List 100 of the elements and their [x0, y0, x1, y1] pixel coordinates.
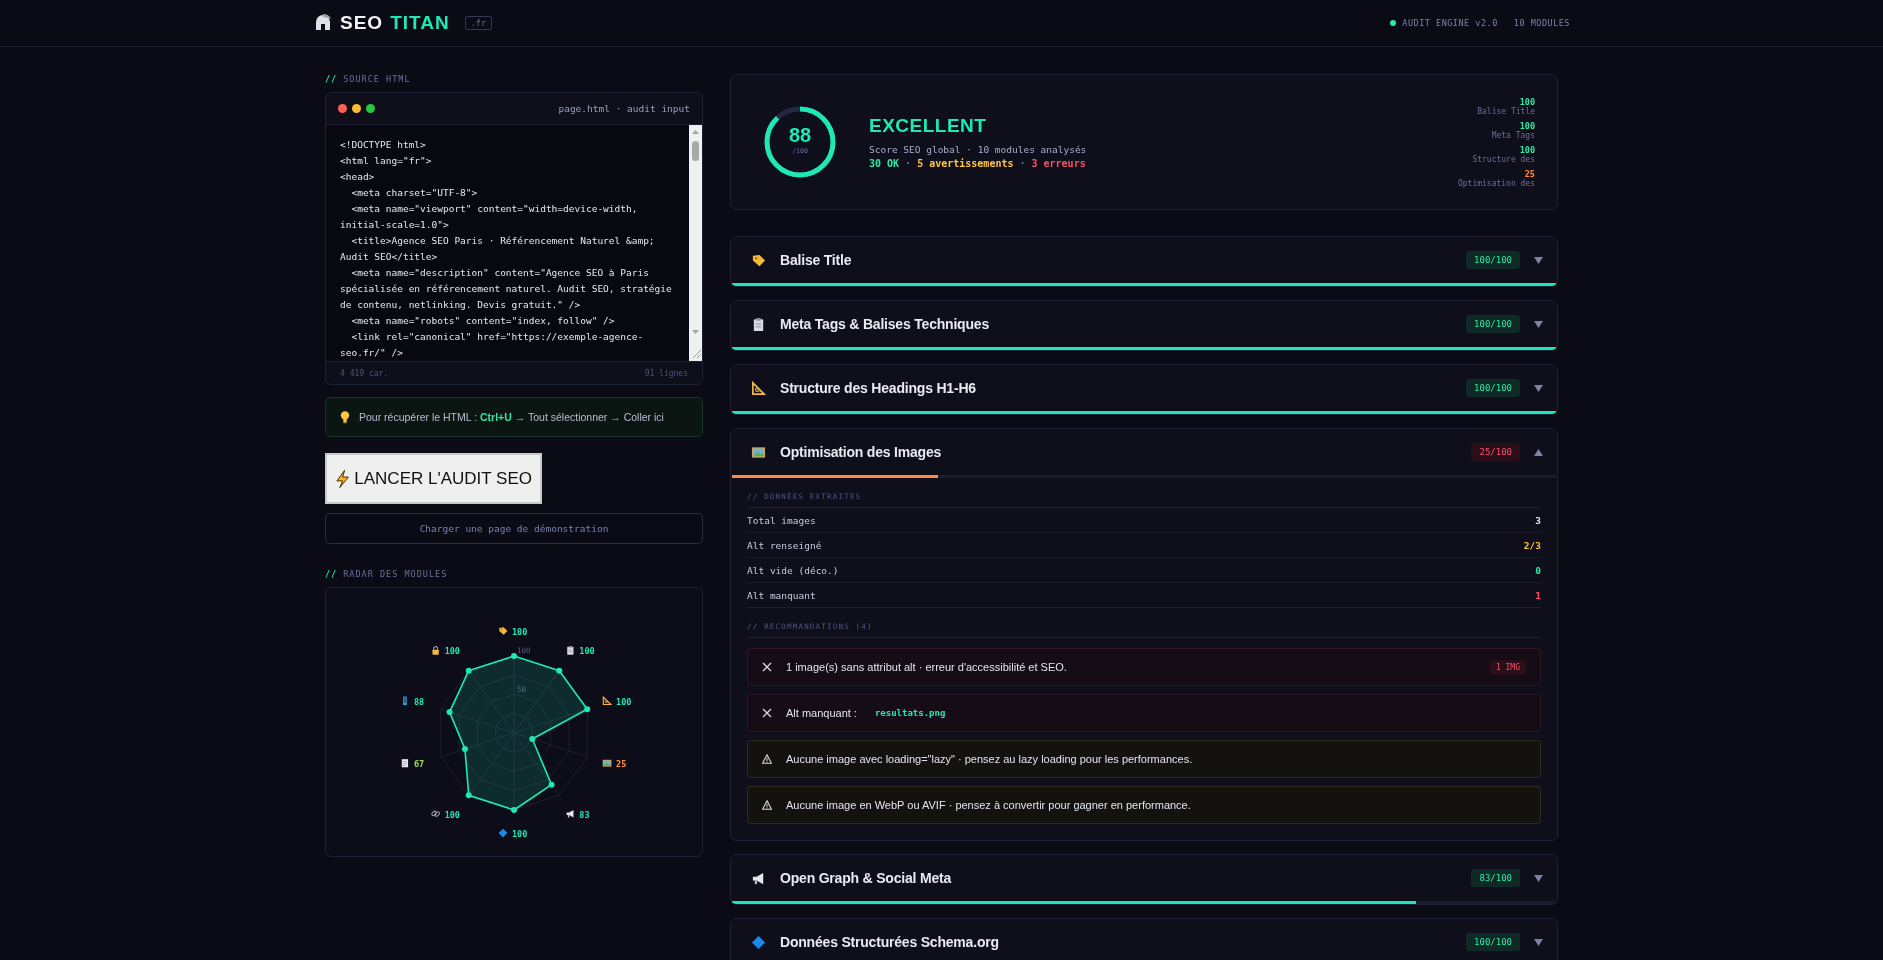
radar-value: 100: [512, 627, 528, 637]
subscore-label: Balise Title: [1476, 106, 1535, 116]
radar-point: [548, 781, 555, 788]
stat-count: 30 OK: [869, 158, 900, 169]
score-badge: 100/100: [1466, 933, 1520, 951]
megaphone-icon: [751, 870, 766, 886]
clipboard-icon: [751, 316, 766, 332]
stat-count: 3 erreurs: [1031, 158, 1086, 169]
line-count: 91 lignes: [644, 368, 688, 378]
subscore-label: Structure des: [1471, 154, 1535, 164]
section-title: SOURCE HTML: [343, 74, 411, 84]
caret-icon[interactable]: [1534, 384, 1543, 392]
scrollbar[interactable]: [689, 125, 702, 361]
subscore-label: Optimisation des: [1457, 178, 1535, 188]
helmet-icon: [313, 13, 333, 33]
module-header[interactable]: Optimisation des Images 25/100: [731, 429, 1557, 475]
radar-point: [511, 807, 517, 813]
module-count: 10 MODULES: [1513, 18, 1570, 28]
warning-icon: [762, 800, 772, 810]
score-badge: 83/100: [1471, 869, 1520, 887]
warning-icon: [762, 754, 772, 764]
lightbulb-icon: [340, 410, 350, 424]
domain-badge: .fr: [464, 16, 492, 30]
caret-icon[interactable]: [1534, 448, 1543, 456]
data-value: 0: [1535, 565, 1541, 576]
radar-point: [465, 667, 472, 674]
hint-text: Pour récupérer le HTML : Ctrl+U → Tout sélectionner → Coller ici: [359, 411, 664, 423]
tag-icon: [751, 252, 766, 268]
radar-value: 25: [616, 759, 627, 770]
section-prefix: //: [325, 74, 338, 84]
recommendation-text: Aucune image avec loading="lazy" · pensez au lazy loading pour les performances.: [786, 753, 1193, 765]
data-label: Alt renseigné: [747, 540, 822, 551]
radar-value: 88: [413, 696, 425, 707]
data-value: 3: [1535, 515, 1541, 526]
module-title: Meta Tags & Balises Techniques: [780, 316, 989, 332]
phone-icon: [403, 696, 407, 706]
radar-point: [465, 792, 472, 799]
lock-icon: [432, 646, 439, 655]
logo-text: SEO: [340, 12, 384, 34]
recommendation-text: Aucune image en WebP ou AVIF · pensez à convertir pour gagner en performance.: [786, 799, 1191, 811]
module-title: Balise Title: [780, 252, 852, 268]
data-label: Alt vide (déco.): [747, 565, 839, 576]
subscore-value: 100: [1518, 120, 1535, 131]
radar-value: 100: [616, 696, 632, 707]
lightning-icon: [335, 468, 351, 489]
score-verdict: EXCELLENT: [869, 115, 988, 137]
data-value: 1: [1535, 590, 1541, 601]
score-summary: Score SEO global · 10 modules analysés: [869, 144, 1087, 155]
radar-value: 100: [579, 646, 595, 657]
data-value: 2/3: [1523, 540, 1541, 551]
score-badge: 100/100: [1466, 379, 1520, 397]
engine-label: AUDIT ENGINE v2.0: [1402, 18, 1498, 28]
recommendation-text: 1 image(s) sans attribut alt · erreur d'accessibilité et SEO.: [786, 661, 1067, 673]
run-audit-button[interactable]: LANCER L'AUDIT SEO: [325, 453, 542, 504]
caret-icon[interactable]: [1534, 256, 1543, 264]
radar-value: 83: [579, 809, 590, 820]
count-badge: 1 IMG: [1489, 659, 1526, 675]
logo-text: TITAN: [390, 12, 450, 34]
radar-point: [529, 735, 536, 742]
diamond-icon: [751, 934, 766, 950]
caret-icon[interactable]: [1534, 938, 1543, 946]
recommendation-text: Alt manquant :: [786, 707, 857, 719]
radar-point: [511, 653, 517, 659]
subscore-value: 100: [1518, 96, 1535, 107]
subscore-label: Meta Tags: [1490, 130, 1535, 140]
radar-point: [446, 709, 453, 716]
radar-value: 100: [444, 809, 460, 820]
radar-point: [584, 706, 591, 713]
radar-value: 100: [512, 829, 528, 839]
window-controls-icon: [338, 104, 375, 113]
clipboard-icon: [567, 645, 574, 655]
stat-count: 5 avertissements: [917, 158, 1014, 169]
separator: ·: [905, 158, 912, 169]
diamond-icon: [498, 828, 508, 838]
link-icon: [431, 810, 441, 817]
file-name: page.html · audit input: [558, 103, 690, 114]
picture-icon: [751, 444, 766, 460]
close-icon: [762, 662, 772, 672]
document-icon: [401, 759, 409, 768]
radar-value: 100: [444, 646, 460, 657]
module-header[interactable]: Données Structurées Schema.org 100/100: [731, 919, 1557, 960]
section-prefix: //: [325, 569, 338, 579]
close-icon: [762, 708, 772, 718]
score-badge: 100/100: [1466, 251, 1520, 269]
score-badge: 100/100: [1466, 315, 1520, 333]
data-label: Total images: [747, 515, 816, 526]
tag-icon: [499, 627, 508, 635]
separator: ·: [1019, 158, 1026, 169]
data-label: Alt manquant: [747, 590, 816, 601]
caret-icon[interactable]: [1534, 320, 1543, 328]
caret-icon[interactable]: [1534, 874, 1543, 882]
triangle-ruler-icon: [603, 697, 611, 705]
picture-icon: [602, 759, 612, 767]
module-title: Optimisation des Images: [780, 444, 942, 460]
radar-point: [556, 667, 563, 674]
megaphone-icon: [566, 809, 574, 818]
triangle-ruler-icon: [751, 380, 766, 396]
demo-button[interactable]: Charger une page de démonstration: [325, 513, 703, 544]
subscore-value: 25: [1523, 168, 1535, 179]
radar-point: [461, 745, 468, 752]
